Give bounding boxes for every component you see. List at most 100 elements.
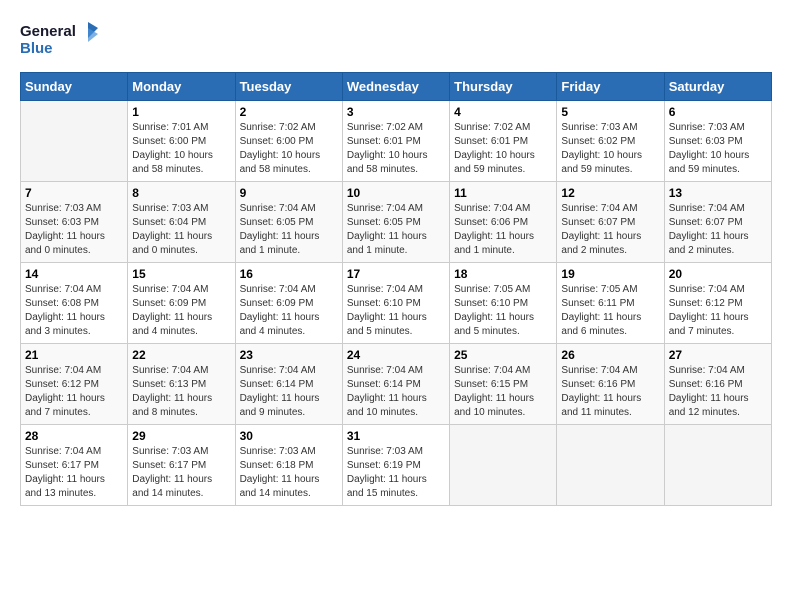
day-info: Sunrise: 7:03 AMSunset: 6:18 PMDaylight:… bbox=[240, 445, 338, 501]
day-number: 8 bbox=[132, 186, 230, 200]
calendar-day-cell: 25 Sunrise: 7:04 AMSunset: 6:15 PMDayligh… bbox=[450, 344, 557, 425]
weekday-header-row: SundayMondayTuesdayWednesdayThursdayFrid… bbox=[21, 73, 772, 101]
logo-svg: General Blue bbox=[20, 20, 100, 62]
calendar-day-cell: 30 Sunrise: 7:03 AMSunset: 6:18 PMDayligh… bbox=[235, 425, 342, 506]
weekday-header-saturday: Saturday bbox=[664, 73, 771, 101]
day-info: Sunrise: 7:04 AMSunset: 6:13 PMDaylight:… bbox=[132, 364, 230, 420]
weekday-header-thursday: Thursday bbox=[450, 73, 557, 101]
calendar-week-row: 14 Sunrise: 7:04 AMSunset: 6:08 PMDayligh… bbox=[21, 263, 772, 344]
day-number: 15 bbox=[132, 267, 230, 281]
day-info: Sunrise: 7:01 AMSunset: 6:00 PMDaylight:… bbox=[132, 121, 230, 177]
calendar-day-cell: 4 Sunrise: 7:02 AMSunset: 6:01 PMDaylight… bbox=[450, 101, 557, 182]
calendar-day-cell bbox=[450, 425, 557, 506]
day-number: 6 bbox=[669, 105, 767, 119]
day-info: Sunrise: 7:02 AMSunset: 6:01 PMDaylight:… bbox=[347, 121, 445, 177]
calendar-day-cell: 7 Sunrise: 7:03 AMSunset: 6:03 PMDaylight… bbox=[21, 182, 128, 263]
svg-text:Blue: Blue bbox=[20, 40, 53, 57]
day-info: Sunrise: 7:04 AMSunset: 6:07 PMDaylight:… bbox=[561, 202, 659, 258]
day-number: 18 bbox=[454, 267, 552, 281]
day-info: Sunrise: 7:03 AMSunset: 6:02 PMDaylight:… bbox=[561, 121, 659, 177]
day-info: Sunrise: 7:04 AMSunset: 6:07 PMDaylight:… bbox=[669, 202, 767, 258]
day-info: Sunrise: 7:04 AMSunset: 6:14 PMDaylight:… bbox=[240, 364, 338, 420]
day-info: Sunrise: 7:05 AMSunset: 6:10 PMDaylight:… bbox=[454, 283, 552, 339]
day-number: 23 bbox=[240, 348, 338, 362]
day-info: Sunrise: 7:03 AMSunset: 6:19 PMDaylight:… bbox=[347, 445, 445, 501]
calendar-day-cell: 15 Sunrise: 7:04 AMSunset: 6:09 PMDayligh… bbox=[128, 263, 235, 344]
logo: General Blue bbox=[20, 20, 100, 62]
calendar-day-cell: 23 Sunrise: 7:04 AMSunset: 6:14 PMDayligh… bbox=[235, 344, 342, 425]
calendar-day-cell: 17Sunrise: 7:04 AMSunset: 6:10 PMDayligh… bbox=[342, 263, 449, 344]
day-number: 3 bbox=[347, 105, 445, 119]
day-number: 11 bbox=[454, 186, 552, 200]
day-number: 1 bbox=[132, 105, 230, 119]
day-number: 16 bbox=[240, 267, 338, 281]
day-info: Sunrise: 7:04 AMSunset: 6:16 PMDaylight:… bbox=[669, 364, 767, 420]
day-number: 28 bbox=[25, 429, 123, 443]
day-info: Sunrise: 7:05 AMSunset: 6:11 PMDaylight:… bbox=[561, 283, 659, 339]
calendar-week-row: 7 Sunrise: 7:03 AMSunset: 6:03 PMDaylight… bbox=[21, 182, 772, 263]
day-info: Sunrise: 7:04 AMSunset: 6:17 PMDaylight:… bbox=[25, 445, 123, 501]
calendar-day-cell: 26 Sunrise: 7:04 AMSunset: 6:16 PMDayligh… bbox=[557, 344, 664, 425]
day-number: 24 bbox=[347, 348, 445, 362]
day-info: Sunrise: 7:04 AMSunset: 6:10 PMDaylight:… bbox=[347, 283, 445, 339]
calendar-day-cell: 8Sunrise: 7:03 AMSunset: 6:04 PMDaylight… bbox=[128, 182, 235, 263]
day-number: 29 bbox=[132, 429, 230, 443]
calendar-day-cell: 3 Sunrise: 7:02 AMSunset: 6:01 PMDaylight… bbox=[342, 101, 449, 182]
day-number: 14 bbox=[25, 267, 123, 281]
day-info: Sunrise: 7:04 AMSunset: 6:09 PMDaylight:… bbox=[240, 283, 338, 339]
day-number: 25 bbox=[454, 348, 552, 362]
calendar-day-cell: 9 Sunrise: 7:04 AMSunset: 6:05 PMDaylight… bbox=[235, 182, 342, 263]
day-info: Sunrise: 7:04 AMSunset: 6:06 PMDaylight:… bbox=[454, 202, 552, 258]
calendar-day-cell: 18 Sunrise: 7:05 AMSunset: 6:10 PMDayligh… bbox=[450, 263, 557, 344]
day-info: Sunrise: 7:04 AMSunset: 6:15 PMDaylight:… bbox=[454, 364, 552, 420]
calendar-day-cell: 20 Sunrise: 7:04 AMSunset: 6:12 PMDayligh… bbox=[664, 263, 771, 344]
day-info: Sunrise: 7:04 AMSunset: 6:16 PMDaylight:… bbox=[561, 364, 659, 420]
calendar-table: SundayMondayTuesdayWednesdayThursdayFrid… bbox=[20, 72, 772, 506]
day-number: 20 bbox=[669, 267, 767, 281]
day-number: 19 bbox=[561, 267, 659, 281]
day-info: Sunrise: 7:04 AMSunset: 6:05 PMDaylight:… bbox=[347, 202, 445, 258]
day-info: Sunrise: 7:04 AMSunset: 6:05 PMDaylight:… bbox=[240, 202, 338, 258]
day-info: Sunrise: 7:03 AMSunset: 6:17 PMDaylight:… bbox=[132, 445, 230, 501]
day-info: Sunrise: 7:03 AMSunset: 6:03 PMDaylight:… bbox=[669, 121, 767, 177]
calendar-day-cell: 24 Sunrise: 7:04 AMSunset: 6:14 PMDayligh… bbox=[342, 344, 449, 425]
day-info: Sunrise: 7:03 AMSunset: 6:03 PMDaylight:… bbox=[25, 202, 123, 258]
weekday-header-sunday: Sunday bbox=[21, 73, 128, 101]
weekday-header-wednesday: Wednesday bbox=[342, 73, 449, 101]
day-number: 31 bbox=[347, 429, 445, 443]
day-info: Sunrise: 7:04 AMSunset: 6:09 PMDaylight:… bbox=[132, 283, 230, 339]
day-info: Sunrise: 7:02 AMSunset: 6:01 PMDaylight:… bbox=[454, 121, 552, 177]
day-number: 4 bbox=[454, 105, 552, 119]
day-number: 9 bbox=[240, 186, 338, 200]
day-info: Sunrise: 7:02 AMSunset: 6:00 PMDaylight:… bbox=[240, 121, 338, 177]
weekday-header-monday: Monday bbox=[128, 73, 235, 101]
weekday-header-friday: Friday bbox=[557, 73, 664, 101]
calendar-day-cell: 2Sunrise: 7:02 AMSunset: 6:00 PMDaylight… bbox=[235, 101, 342, 182]
calendar-day-cell: 13 Sunrise: 7:04 AMSunset: 6:07 PMDayligh… bbox=[664, 182, 771, 263]
calendar-day-cell: 10 Sunrise: 7:04 AMSunset: 6:05 PMDayligh… bbox=[342, 182, 449, 263]
calendar-day-cell bbox=[557, 425, 664, 506]
weekday-header-tuesday: Tuesday bbox=[235, 73, 342, 101]
calendar-day-cell: 16 Sunrise: 7:04 AMSunset: 6:09 PMDayligh… bbox=[235, 263, 342, 344]
calendar-day-cell: 6 Sunrise: 7:03 AMSunset: 6:03 PMDaylight… bbox=[664, 101, 771, 182]
day-number: 12 bbox=[561, 186, 659, 200]
day-info: Sunrise: 7:04 AMSunset: 6:08 PMDaylight:… bbox=[25, 283, 123, 339]
day-info: Sunrise: 7:04 AMSunset: 6:14 PMDaylight:… bbox=[347, 364, 445, 420]
day-info: Sunrise: 7:04 AMSunset: 6:12 PMDaylight:… bbox=[669, 283, 767, 339]
calendar-day-cell: 29 Sunrise: 7:03 AMSunset: 6:17 PMDayligh… bbox=[128, 425, 235, 506]
day-number: 10 bbox=[347, 186, 445, 200]
calendar-day-cell: 11 Sunrise: 7:04 AMSunset: 6:06 PMDayligh… bbox=[450, 182, 557, 263]
calendar-day-cell: 1 Sunrise: 7:01 AMSunset: 6:00 PMDaylight… bbox=[128, 101, 235, 182]
calendar-day-cell bbox=[21, 101, 128, 182]
calendar-day-cell: 14 Sunrise: 7:04 AMSunset: 6:08 PMDayligh… bbox=[21, 263, 128, 344]
day-info: Sunrise: 7:04 AMSunset: 6:12 PMDaylight:… bbox=[25, 364, 123, 420]
svg-text:General: General bbox=[20, 23, 76, 40]
header: General Blue bbox=[20, 20, 772, 62]
calendar-day-cell: 21Sunrise: 7:04 AMSunset: 6:12 PMDayligh… bbox=[21, 344, 128, 425]
day-number: 26 bbox=[561, 348, 659, 362]
day-number: 22 bbox=[132, 348, 230, 362]
day-number: 30 bbox=[240, 429, 338, 443]
calendar-week-row: 1 Sunrise: 7:01 AMSunset: 6:00 PMDaylight… bbox=[21, 101, 772, 182]
day-number: 7 bbox=[25, 186, 123, 200]
day-number: 13 bbox=[669, 186, 767, 200]
